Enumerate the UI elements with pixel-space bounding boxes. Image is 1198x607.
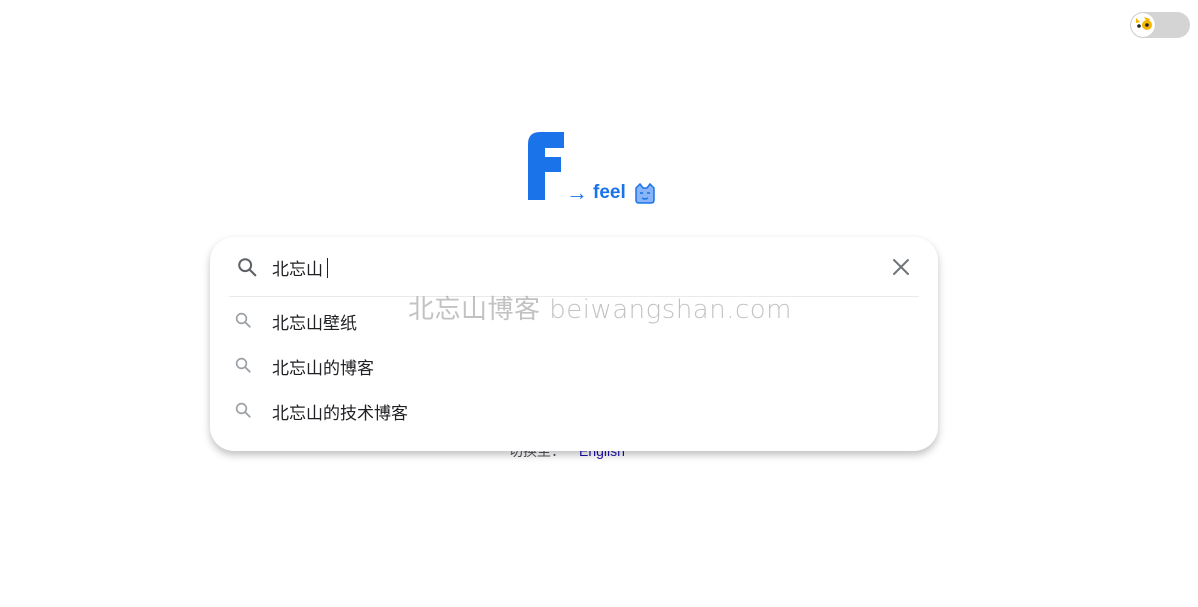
suggestion-text: 北忘山的博客 [272, 359, 374, 379]
suggestion-item[interactable]: 北忘山壁纸 [210, 298, 938, 343]
toggle-knob[interactable] [1131, 13, 1155, 37]
suggestion-text: 北忘山壁纸 [272, 314, 357, 334]
search-divider [229, 296, 919, 297]
logo-tagline: → feel [566, 180, 656, 206]
search-input[interactable] [272, 252, 872, 282]
text-caret [327, 258, 328, 278]
logo-tagline-text: feel [593, 182, 626, 203]
logo: → feel [520, 124, 690, 208]
search-box: 北忘山壁纸 北忘山的博客 北忘山的技术博客 [210, 237, 938, 451]
suggestion-list: 北忘山壁纸 北忘山的博客 北忘山的技术博客 [210, 298, 938, 433]
logo-letter-f [528, 132, 564, 200]
search-icon [235, 312, 251, 328]
search-icon [238, 258, 257, 277]
search-icon [235, 402, 251, 418]
suggestion-item[interactable]: 北忘山的技术博客 [210, 388, 938, 433]
search-row [210, 237, 938, 295]
search-icon [235, 357, 251, 373]
dog-icon [1132, 14, 1154, 36]
theme-toggle[interactable] [1130, 12, 1190, 38]
close-icon[interactable] [891, 257, 911, 277]
logo-arrow: → [566, 180, 588, 205]
cat-face-icon [634, 182, 656, 204]
suggestion-text: 北忘山的技术博客 [272, 404, 408, 424]
suggestion-item[interactable]: 北忘山的博客 [210, 343, 938, 388]
